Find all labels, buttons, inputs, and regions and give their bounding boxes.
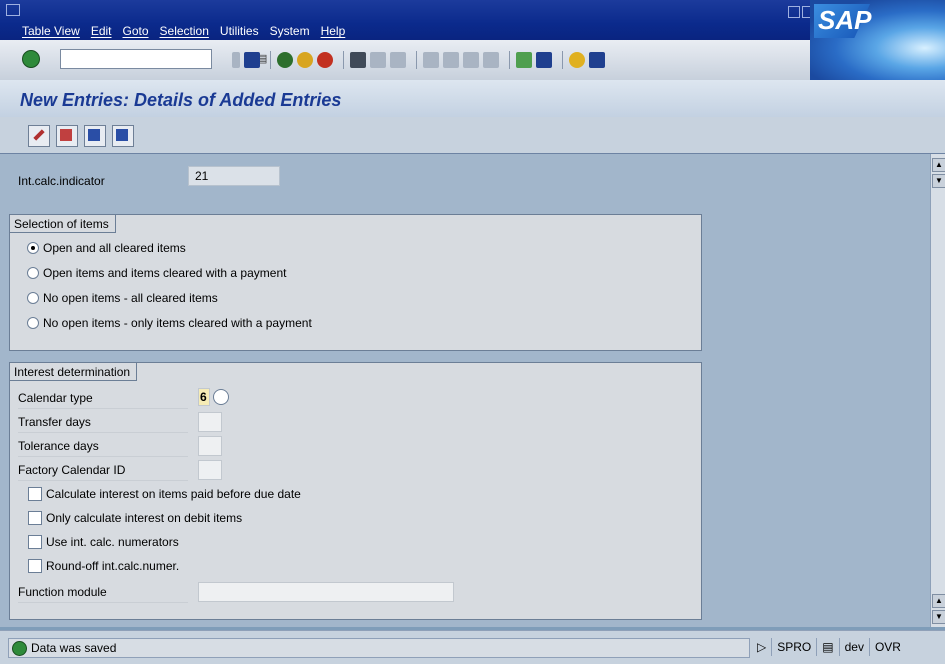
function-module-input[interactable] xyxy=(198,582,454,602)
menu-utilities[interactable]: Utilities xyxy=(220,24,259,38)
menu-table-view[interactable]: Table View xyxy=(22,24,80,38)
sap-logo-text: SAP xyxy=(818,5,872,35)
scroll-up-icon[interactable]: ▲ xyxy=(932,158,945,172)
vertical-scrollbar[interactable]: ▲ ▼ ▲ ▼ xyxy=(930,154,945,627)
checkbox-icon[interactable] xyxy=(28,487,42,501)
system-info: ▷ SPRO ▤ dev OVR xyxy=(752,638,906,656)
application-toolbar xyxy=(0,117,945,154)
group-title: Interest determination xyxy=(10,363,138,381)
command-field[interactable]: ▤ xyxy=(60,49,267,69)
int-calc-indicator-label: Int.calc.indicator xyxy=(18,174,105,188)
transfer-days-label: Transfer days xyxy=(18,412,188,433)
exit-icon[interactable] xyxy=(297,52,313,68)
status-message-text: Data was saved xyxy=(31,641,117,655)
radio-open-and-all-cleared[interactable]: Open and all cleared items xyxy=(27,241,186,255)
next-entry-icon[interactable] xyxy=(112,125,134,147)
help-icon[interactable] xyxy=(569,52,585,68)
scroll-page-up-icon[interactable]: ▲ xyxy=(932,594,945,608)
back-icon[interactable] xyxy=(277,52,293,68)
checkbox-use-numerators[interactable]: Use int. calc. numerators xyxy=(28,535,179,549)
radio-no-open-all-cleared[interactable]: No open items - all cleared items xyxy=(27,291,218,305)
scroll-page-down-icon[interactable]: ▼ xyxy=(932,174,945,188)
calendar-type-label: Calendar type xyxy=(18,388,188,409)
create-shortcut-icon[interactable] xyxy=(536,52,552,68)
previous-entry-icon[interactable] xyxy=(84,125,106,147)
scroll-down-icon[interactable]: ▼ xyxy=(932,610,945,624)
menu-bar: Table View Edit Goto Selection Utilities… xyxy=(0,0,945,40)
create-session-icon[interactable] xyxy=(516,52,532,68)
status-message[interactable]: Data was saved xyxy=(8,638,750,658)
factory-calendar-input[interactable] xyxy=(198,460,222,480)
checkbox-paid-before-due[interactable]: Calculate interest on items paid before … xyxy=(28,487,301,501)
possible-entries-icon[interactable] xyxy=(213,389,229,405)
page-title: New Entries: Details of Added Entries xyxy=(20,90,342,110)
toolbar-icons xyxy=(232,51,609,69)
system-menu-icon[interactable] xyxy=(6,4,20,16)
title-bar: New Entries: Details of Added Entries xyxy=(0,80,945,117)
function-module-label: Function module xyxy=(18,582,188,603)
radio-selected-icon[interactable] xyxy=(27,242,39,254)
print-icon[interactable] xyxy=(350,52,366,68)
delete-entry-icon[interactable] xyxy=(56,125,78,147)
enter-icon[interactable] xyxy=(22,50,40,68)
find-icon[interactable] xyxy=(370,52,386,68)
selection-of-items-group: Selection of items Open and all cleared … xyxy=(9,214,702,351)
checkbox-icon[interactable] xyxy=(28,535,42,549)
radio-icon[interactable] xyxy=(27,267,39,279)
checkbox-debit-items-only[interactable]: Only calculate interest on debit items xyxy=(28,511,242,525)
standard-toolbar: ▤ xyxy=(0,40,810,81)
calendar-type-input[interactable]: 6 xyxy=(198,388,210,406)
system-id: dev xyxy=(840,638,870,656)
cancel-icon[interactable] xyxy=(317,52,333,68)
server-icon[interactable]: ▤ xyxy=(817,638,840,656)
expand-status-icon[interactable]: ▷ xyxy=(752,638,773,656)
checkbox-round-off[interactable]: Round-off int.calc.numer. xyxy=(28,559,179,573)
radio-open-and-cleared-with-payment[interactable]: Open items and items cleared with a paym… xyxy=(27,266,286,280)
previous-page-icon[interactable] xyxy=(443,52,459,68)
sap-logo: SAP xyxy=(810,0,945,80)
menu-help[interactable]: Help xyxy=(321,24,346,38)
checkbox-icon[interactable] xyxy=(28,559,42,573)
first-page-icon[interactable] xyxy=(423,52,439,68)
last-page-icon[interactable] xyxy=(483,52,499,68)
menu-system[interactable]: System xyxy=(270,24,310,38)
transfer-days-input[interactable] xyxy=(198,412,222,432)
menu: Table View Edit Goto Selection Utilities… xyxy=(22,24,356,38)
tolerance-days-input[interactable] xyxy=(198,436,222,456)
back-arrow-icon[interactable] xyxy=(232,52,240,68)
minimize-icon[interactable] xyxy=(788,6,800,18)
radio-no-open-cleared-with-payment[interactable]: No open items - only items cleared with … xyxy=(27,316,312,330)
input-mode[interactable]: OVR xyxy=(870,638,906,656)
work-area: Int.calc.indicator 21 Selection of items… xyxy=(0,154,930,627)
interest-determination-group: Interest determination Calendar type 6 T… xyxy=(9,362,702,620)
find-next-icon[interactable] xyxy=(390,52,406,68)
display-change-icon[interactable] xyxy=(28,125,50,147)
menu-edit[interactable]: Edit xyxy=(91,24,112,38)
next-page-icon[interactable] xyxy=(463,52,479,68)
save-icon[interactable] xyxy=(244,52,260,68)
radio-icon[interactable] xyxy=(27,292,39,304)
factory-calendar-label: Factory Calendar ID xyxy=(18,460,188,481)
transaction-code: SPRO xyxy=(772,638,818,656)
group-title: Selection of items xyxy=(10,215,116,233)
customize-layout-icon[interactable] xyxy=(589,52,605,68)
radio-icon[interactable] xyxy=(27,317,39,329)
checkbox-icon[interactable] xyxy=(28,511,42,525)
int-calc-indicator-field[interactable]: 21 xyxy=(188,166,280,186)
menu-goto[interactable]: Goto xyxy=(123,24,149,38)
success-icon xyxy=(12,641,27,656)
menu-selection[interactable]: Selection xyxy=(160,24,209,38)
status-bar: Data was saved ▷ SPRO ▤ dev OVR xyxy=(0,630,945,664)
tolerance-days-label: Tolerance days xyxy=(18,436,188,457)
